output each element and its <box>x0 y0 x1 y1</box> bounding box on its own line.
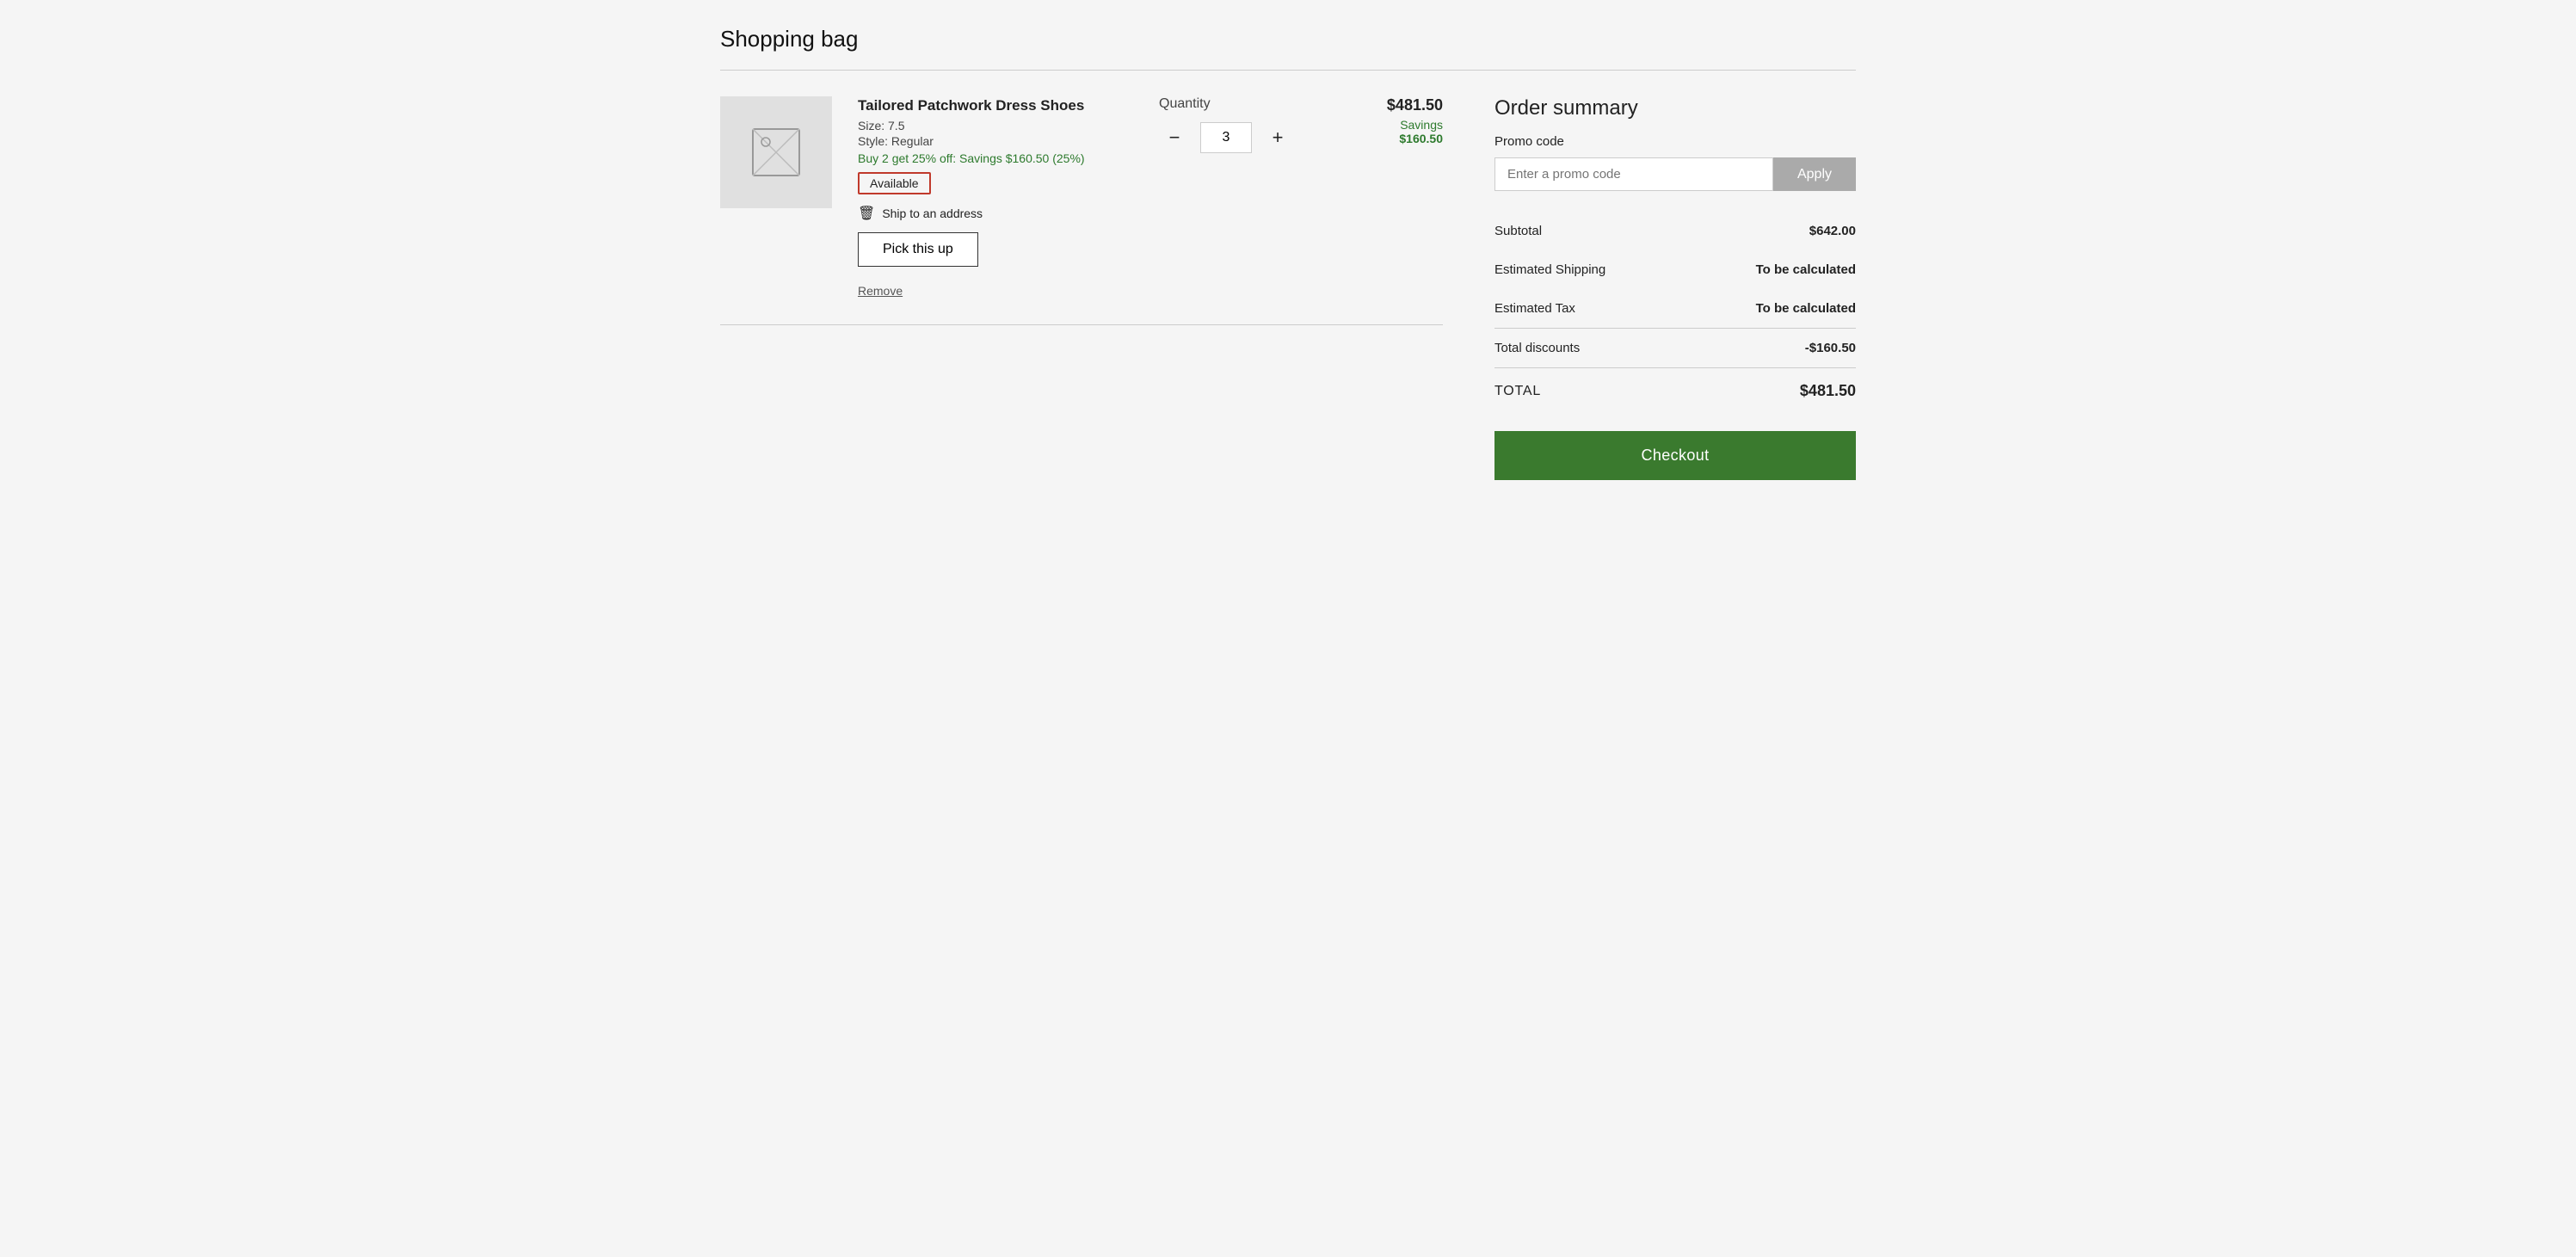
pickup-button[interactable]: Pick this up <box>858 232 978 267</box>
product-name: Tailored Patchwork Dress Shoes <box>858 96 1133 115</box>
price-section: $481.50 Savings $160.50 <box>1340 96 1443 299</box>
quantity-decrease-button[interactable]: − <box>1159 122 1190 153</box>
apply-button[interactable]: Apply <box>1773 157 1856 191</box>
shipping-row: Estimated Shipping To be calculated <box>1494 250 1856 289</box>
total-value: $481.50 <box>1800 382 1856 400</box>
item-price: $481.50 <box>1340 96 1443 114</box>
tax-label: Estimated Tax <box>1494 301 1575 316</box>
promo-input[interactable] <box>1494 157 1773 191</box>
promo-row: Apply <box>1494 157 1856 191</box>
ship-option-label: Ship to an address <box>882 206 983 220</box>
page-title: Shopping bag <box>720 26 1856 52</box>
availability-badge: Available <box>858 172 931 194</box>
tax-value: To be calculated <box>1756 301 1856 316</box>
quantity-controls: − + <box>1159 122 1293 153</box>
total-label: TOTAL <box>1494 384 1541 399</box>
discounts-label: Total discounts <box>1494 341 1580 355</box>
summary-rows: Subtotal $642.00 Estimated Shipping To b… <box>1494 212 1856 414</box>
summary-title: Order summary <box>1494 96 1856 120</box>
top-divider <box>720 70 1856 71</box>
shipping-value: To be calculated <box>1756 262 1856 277</box>
discounts-row: Total discounts -$160.50 <box>1494 328 1856 367</box>
subtotal-row: Subtotal $642.00 <box>1494 212 1856 250</box>
savings-amount: $160.50 <box>1340 132 1443 145</box>
quantity-section: Quantity − + <box>1159 96 1314 299</box>
order-summary: Order summary Promo code Apply Subtotal … <box>1494 96 1856 480</box>
checkout-button[interactable]: Checkout <box>1494 431 1856 480</box>
tax-row: Estimated Tax To be calculated <box>1494 289 1856 328</box>
total-row: TOTAL $481.50 <box>1494 367 1856 414</box>
product-style: Style: Regular <box>858 134 1133 148</box>
main-layout: Tailored Patchwork Dress Shoes Size: 7.5… <box>720 96 1856 480</box>
cart-section: Tailored Patchwork Dress Shoes Size: 7.5… <box>720 96 1443 325</box>
subtotal-value: $642.00 <box>1809 224 1856 238</box>
cart-item: Tailored Patchwork Dress Shoes Size: 7.5… <box>720 96 1443 325</box>
quantity-label: Quantity <box>1159 96 1211 112</box>
quantity-increase-button[interactable]: + <box>1262 122 1293 153</box>
discounts-value: -$160.50 <box>1805 341 1856 355</box>
product-image <box>720 96 832 208</box>
ship-row: 🗑 Ship to an address <box>858 205 1133 222</box>
product-details: Tailored Patchwork Dress Shoes Size: 7.5… <box>858 96 1133 299</box>
savings-label: Savings <box>1340 118 1443 132</box>
promo-code-label: Promo code <box>1494 134 1856 149</box>
ship-icon: 🗑 <box>858 205 875 222</box>
product-size: Size: 7.5 <box>858 119 1133 132</box>
quantity-input[interactable] <box>1200 122 1252 153</box>
remove-button[interactable]: Remove <box>858 284 903 298</box>
product-promo: Buy 2 get 25% off: Savings $160.50 (25%) <box>858 151 1133 165</box>
image-placeholder-icon <box>750 126 802 178</box>
subtotal-label: Subtotal <box>1494 224 1542 238</box>
shipping-label: Estimated Shipping <box>1494 262 1605 277</box>
